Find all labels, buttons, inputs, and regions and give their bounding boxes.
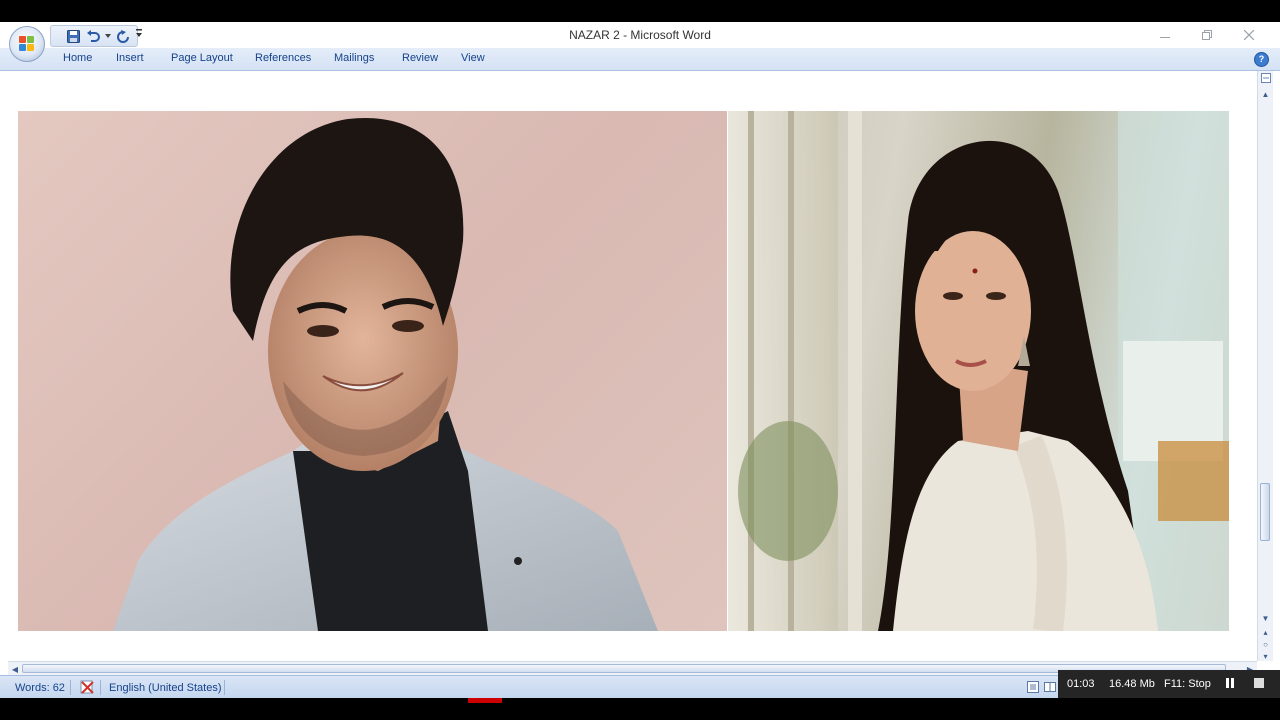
ruler-toggle-icon[interactable] <box>1258 71 1273 85</box>
office-logo-icon <box>19 36 35 52</box>
full-screen-reading-view-icon[interactable] <box>1043 680 1057 697</box>
tab-review[interactable]: Review <box>402 52 438 64</box>
title-bar: NAZAR 2 - Microsoft Word <box>0 22 1280 48</box>
tab-insert[interactable]: Insert <box>116 52 144 64</box>
language-indicator[interactable]: English (United States) <box>109 682 222 694</box>
stop-recording-button[interactable]: F11: Stop <box>1164 678 1211 690</box>
screen-recorder-bar: 01:03 16.48 Mb F11: Stop <box>1058 670 1280 698</box>
ribbon-tabs: Home Insert Page Layout References Maili… <box>0 48 1280 71</box>
horizontal-scroll-thumb[interactable] <box>22 664 1226 673</box>
man-in-gray-blazer-photo[interactable] <box>18 111 727 631</box>
word-window: NAZAR 2 - Microsoft Word Home Insert Pag… <box>0 22 1280 699</box>
proofing-icon[interactable] <box>79 679 95 698</box>
status-divider <box>224 680 225 695</box>
word-count[interactable]: Words: 62 <box>15 682 65 694</box>
vertical-scroll-thumb[interactable] <box>1260 483 1270 541</box>
tab-mailings[interactable]: Mailings <box>334 52 374 64</box>
document-page[interactable] <box>8 71 1257 661</box>
tab-view[interactable]: View <box>461 52 485 64</box>
tab-home[interactable]: Home <box>63 52 92 64</box>
taskbar-strip <box>0 698 1280 720</box>
taskbar-progress-mark <box>468 698 502 703</box>
recording-size: 16.48 Mb <box>1109 678 1155 690</box>
window-title: NAZAR 2 - Microsoft Word <box>569 28 711 42</box>
recording-time: 01:03 <box>1067 678 1095 690</box>
close-icon[interactable] <box>1238 26 1260 44</box>
restore-icon[interactable] <box>1196 26 1218 44</box>
woman-in-white-dress-photo[interactable] <box>728 111 1229 631</box>
status-divider <box>100 680 101 695</box>
tab-page-layout[interactable]: Page Layout <box>171 52 233 64</box>
tab-references[interactable]: References <box>255 52 311 64</box>
scroll-left-icon[interactable]: ◀ <box>8 662 22 676</box>
stop-icon[interactable] <box>1254 678 1264 691</box>
vertical-scrollbar[interactable]: ▲ ▼ ▴ ○ ▾ <box>1257 71 1273 661</box>
scroll-up-icon[interactable]: ▲ <box>1258 87 1273 101</box>
pause-icon[interactable] <box>1225 677 1235 692</box>
print-layout-view-icon[interactable] <box>1026 680 1040 697</box>
scroll-down-icon[interactable]: ▼ <box>1258 611 1273 625</box>
next-page-icon[interactable]: ▾ <box>1258 649 1273 663</box>
status-divider <box>70 680 71 695</box>
minimize-icon[interactable] <box>1154 26 1176 44</box>
help-icon[interactable]: ? <box>1254 52 1269 67</box>
office-button[interactable] <box>9 26 45 62</box>
